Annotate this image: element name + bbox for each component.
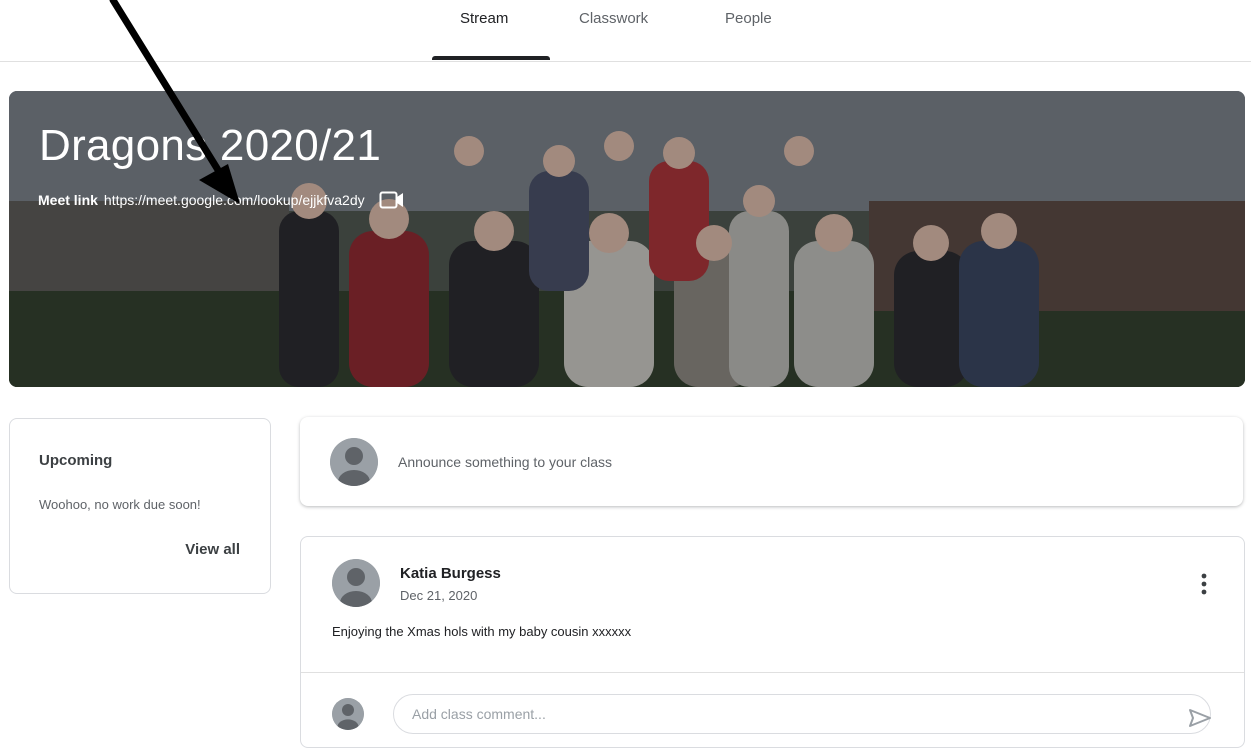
class-title: Dragons 2020/21	[39, 121, 382, 170]
post-date[interactable]: Dec 21, 2020	[400, 588, 477, 603]
class-banner: Dragons 2020/21 Meet link https://meet.g…	[9, 91, 1245, 387]
avatar	[330, 438, 378, 486]
more-options-icon[interactable]	[1194, 571, 1214, 597]
class-comment-input[interactable]	[393, 694, 1211, 734]
upcoming-card: Upcoming Woohoo, no work due soon! View …	[9, 418, 271, 594]
send-icon[interactable]	[1188, 708, 1212, 728]
video-camera-icon[interactable]	[379, 191, 405, 209]
tab-stream[interactable]: Stream	[460, 10, 508, 27]
tab-people[interactable]: People	[725, 10, 772, 27]
upcoming-title: Upcoming	[39, 452, 113, 469]
upcoming-message: Woohoo, no work due soon!	[39, 497, 201, 512]
tab-classwork[interactable]: Classwork	[579, 10, 648, 27]
announce-placeholder[interactable]: Announce something to your class	[398, 454, 612, 470]
meet-link-url[interactable]: https://meet.google.com/lookup/ejjkfva2d…	[104, 192, 365, 208]
post-body: Enjoying the Xmas hols with my baby cous…	[332, 624, 632, 639]
user-avatar-icon	[330, 438, 378, 486]
active-tab-indicator	[432, 56, 550, 60]
announce-box[interactable]: Announce something to your class	[300, 417, 1243, 506]
top-tab-bar: Stream Classwork People	[0, 0, 1251, 62]
stream-post: Katia Burgess Dec 21, 2020 Enjoying the …	[300, 536, 1245, 748]
post-author: Katia Burgess	[400, 565, 501, 582]
user-avatar-icon	[332, 559, 380, 607]
author-avatar	[332, 559, 380, 607]
user-avatar-icon	[332, 698, 364, 730]
meet-link-label: Meet link	[38, 192, 98, 208]
commenter-avatar	[332, 698, 364, 730]
view-all-link[interactable]: View all	[185, 541, 240, 558]
post-divider	[301, 672, 1244, 673]
meet-link-row: Meet link https://meet.google.com/lookup…	[38, 191, 405, 209]
